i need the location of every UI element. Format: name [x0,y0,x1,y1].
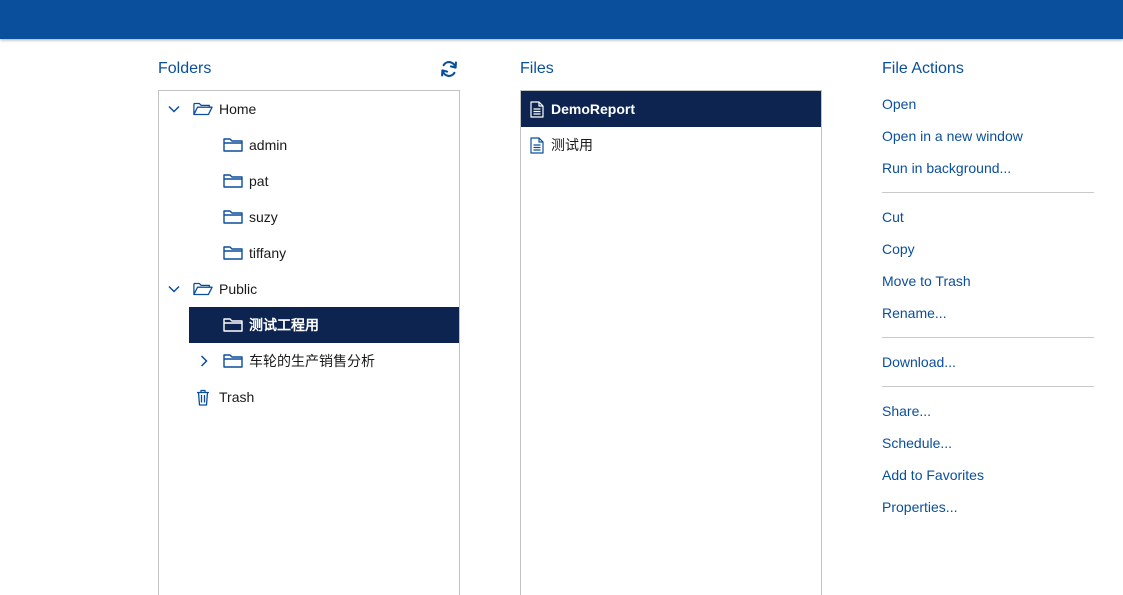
action-share[interactable]: Share... [882,403,931,419]
folder-icon [223,209,243,225]
tree-item-home[interactable]: Home [159,91,459,127]
folder-icon [223,353,243,369]
trash-icon [193,389,213,406]
action-properties[interactable]: Properties... [882,499,957,515]
action-rename[interactable]: Rename... [882,305,947,321]
file-item-label: 测试用 [551,137,593,153]
tree-item-label: Home [219,101,257,117]
folder-icon [223,137,243,153]
action-cut[interactable]: Cut [882,209,904,225]
tree-item-label: 测试工程用 [249,317,319,333]
tree-item-label: admin [249,137,288,153]
chevron-down-icon[interactable] [167,102,181,116]
tree-item-label: 车轮的生产销售分析 [249,353,375,369]
action-copy[interactable]: Copy [882,241,915,257]
tree-item-label: suzy [249,209,278,225]
chevron-right-icon[interactable] [197,354,211,368]
tree-item-trash[interactable]: Trash [159,379,459,415]
action-download[interactable]: Download... [882,354,956,370]
divider [882,192,1094,193]
action-open-new-window[interactable]: Open in a new window [882,128,1023,144]
folders-title: Folders [158,60,212,77]
action-run-in-background[interactable]: Run in background... [882,160,1011,176]
divider [882,337,1094,338]
tree-item-public[interactable]: Public [159,271,459,307]
tree-item-wheel-analysis[interactable]: 车轮的生产销售分析 [159,343,459,379]
files-list [520,90,822,595]
folder-icon [223,173,243,189]
document-icon [527,136,547,154]
action-add-to-favorites[interactable]: Add to Favorites [882,467,984,483]
tree-item-suzy[interactable]: suzy [159,199,459,235]
action-schedule[interactable]: Schedule... [882,435,952,451]
folder-open-icon [193,101,213,117]
file-actions-title: File Actions [882,60,964,77]
files-title: Files [520,60,554,77]
document-icon [527,100,547,118]
file-item-demoreport[interactable]: DemoReport [521,91,821,127]
chevron-down-icon[interactable] [167,282,181,296]
folder-icon [223,317,243,333]
folder-open-icon [193,281,213,297]
tree-item-label: pat [249,173,269,189]
action-open[interactable]: Open [882,96,916,112]
tree-item-admin[interactable]: admin [159,127,459,163]
tree-item-test-project[interactable]: 测试工程用 [189,307,459,343]
tree-item-label: Public [219,281,258,297]
action-move-to-trash[interactable]: Move to Trash [882,273,971,289]
refresh-icon[interactable] [439,59,459,79]
tree-item-pat[interactable]: pat [159,163,459,199]
top-header-bar [0,0,1123,39]
file-item-test[interactable]: 测试用 [521,127,821,163]
tree-item-label: tiffany [249,245,287,261]
tree-item-tiffany[interactable]: tiffany [159,235,459,271]
file-item-label: DemoReport [551,101,636,117]
folder-icon [223,245,243,261]
divider [882,386,1094,387]
tree-item-label: Trash [219,389,255,405]
